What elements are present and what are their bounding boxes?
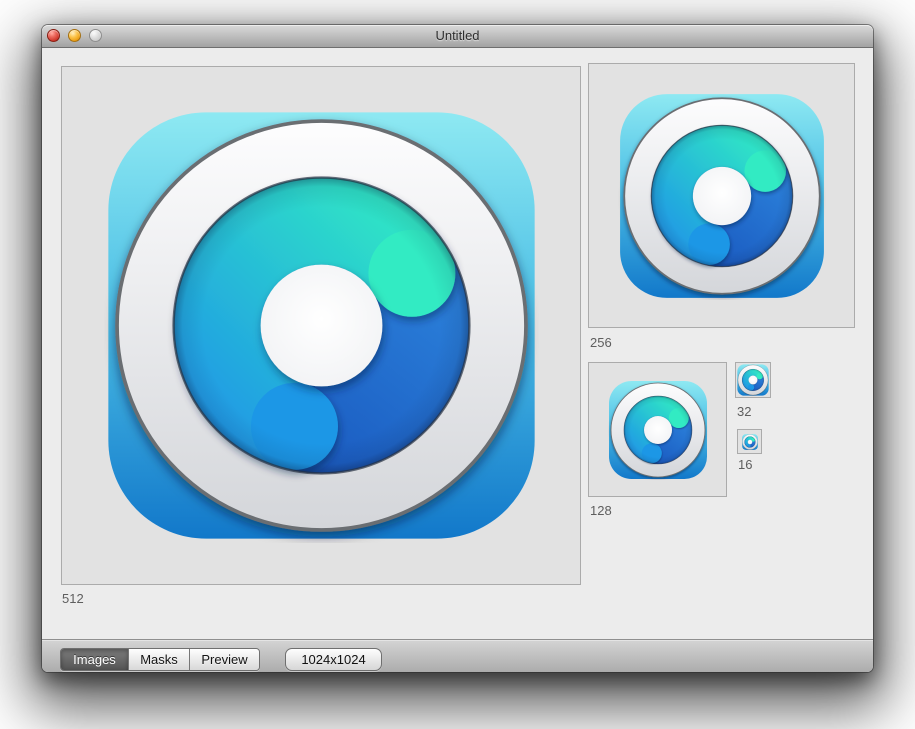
size-label-128: 128	[590, 503, 612, 518]
app-icon-preview-16	[742, 434, 758, 450]
size-label-256: 256	[590, 335, 612, 350]
traffic-lights	[47, 29, 102, 42]
window-title: Untitled	[42, 25, 873, 47]
size-label-512: 512	[62, 591, 84, 606]
tab-images[interactable]: Images	[61, 649, 129, 670]
preview-well-256[interactable]	[588, 63, 855, 328]
zoom-button	[89, 29, 102, 42]
size-label-16: 16	[738, 457, 752, 472]
preview-well-512[interactable]	[61, 66, 581, 585]
close-button[interactable]	[47, 29, 60, 42]
minimize-button[interactable]	[68, 29, 81, 42]
preview-well-32[interactable]	[735, 362, 771, 398]
size-1024-button[interactable]: 1024x1024	[285, 648, 382, 671]
preview-well-16[interactable]	[737, 429, 762, 454]
tab-preview[interactable]: Preview	[190, 649, 259, 670]
view-segmented-control: Images Masks Preview	[60, 648, 260, 671]
app-icon-preview-512	[104, 108, 539, 543]
app-icon-preview-256	[618, 92, 826, 300]
titlebar[interactable]: Untitled	[42, 25, 873, 48]
app-icon-preview-32	[737, 364, 769, 396]
app-window: Untitled 512 256 128 32 16 Images Masks …	[42, 25, 873, 672]
tab-masks[interactable]: Masks	[129, 649, 190, 670]
screenshot-background: Untitled 512 256 128 32 16 Images Masks …	[0, 0, 915, 729]
bottom-toolbar: Images Masks Preview 1024x1024	[42, 639, 873, 672]
app-icon-preview-128	[608, 380, 708, 480]
preview-well-128[interactable]	[588, 362, 727, 497]
size-label-32: 32	[737, 404, 751, 419]
